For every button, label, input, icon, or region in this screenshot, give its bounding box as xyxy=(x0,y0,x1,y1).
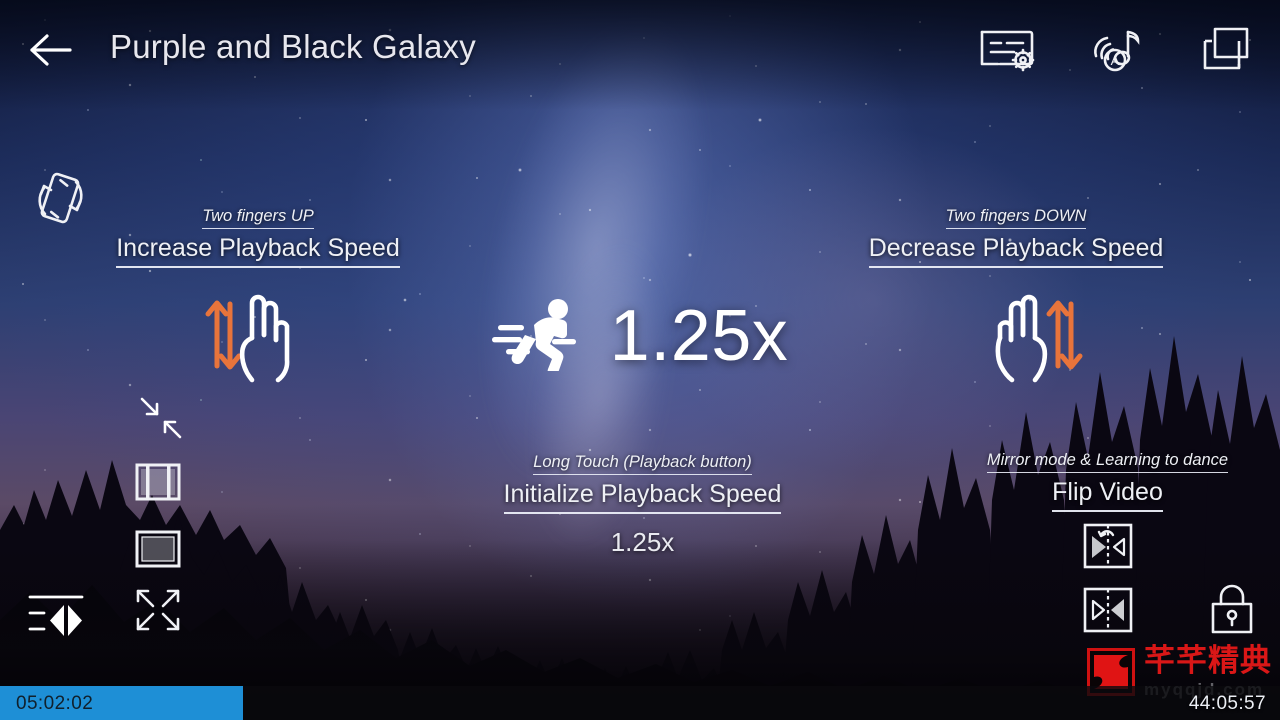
popup-window-icon[interactable] xyxy=(1198,24,1254,79)
audio-track-auto-icon[interactable]: A xyxy=(1090,22,1148,81)
hint-initialize-value: 1.25x xyxy=(610,527,675,558)
hint-initialize-speed: Long Touch (Playback button) Initialize … xyxy=(470,452,815,558)
progress-bar[interactable]: 05:02:02 44:05:57 xyxy=(0,686,1280,720)
playback-speed-indicator: 1.25x xyxy=(0,295,1280,377)
hint-increase-main: Increase Playback Speed xyxy=(116,232,400,269)
hint-flip-main: Flip Video xyxy=(1052,476,1163,513)
svg-text:A: A xyxy=(1111,53,1120,68)
running-man-icon xyxy=(491,295,590,377)
hint-increase-speed: Two fingers UP Increase Playback Speed xyxy=(88,206,428,269)
hint-decrease-speed: Two fingers DOWN Decrease Playback Speed xyxy=(846,206,1186,269)
rotate-lock-icon[interactable] xyxy=(28,168,94,233)
hint-flip-sub: Mirror mode & Learning to dance xyxy=(986,450,1229,474)
watermark-brand: 芊芊精典 xyxy=(1144,643,1272,679)
hint-initialize-main: Initialize Playback Speed xyxy=(503,478,782,515)
current-time-label: 05:02:02 xyxy=(16,693,94,714)
top-icon-group: A xyxy=(978,22,1254,81)
top-bar: Purple and Black Galaxy A xyxy=(0,0,1280,100)
page-title: Purple and Black Galaxy xyxy=(110,28,476,65)
transport-controls xyxy=(0,568,1280,658)
hint-flip-video: Mirror mode & Learning to dance Flip Vid… xyxy=(940,450,1275,513)
shrink-icon[interactable] xyxy=(138,395,184,446)
back-button[interactable] xyxy=(28,30,72,70)
hint-decrease-main: Decrease Playback Speed xyxy=(868,232,1164,269)
total-time-label: 44:05:57 xyxy=(1188,693,1266,714)
subtitle-settings-icon[interactable] xyxy=(978,24,1040,79)
hint-decrease-sub: Two fingers DOWN xyxy=(945,206,1087,230)
speed-value: 1.25x xyxy=(609,295,789,376)
hint-increase-sub: Two fingers UP xyxy=(202,206,314,230)
video-player-screen: Purple and Black Galaxy A Two fingers UP… xyxy=(0,0,1280,720)
aspect-ratio-icon[interactable] xyxy=(134,460,182,509)
hint-initialize-sub: Long Touch (Playback button) xyxy=(533,452,752,476)
